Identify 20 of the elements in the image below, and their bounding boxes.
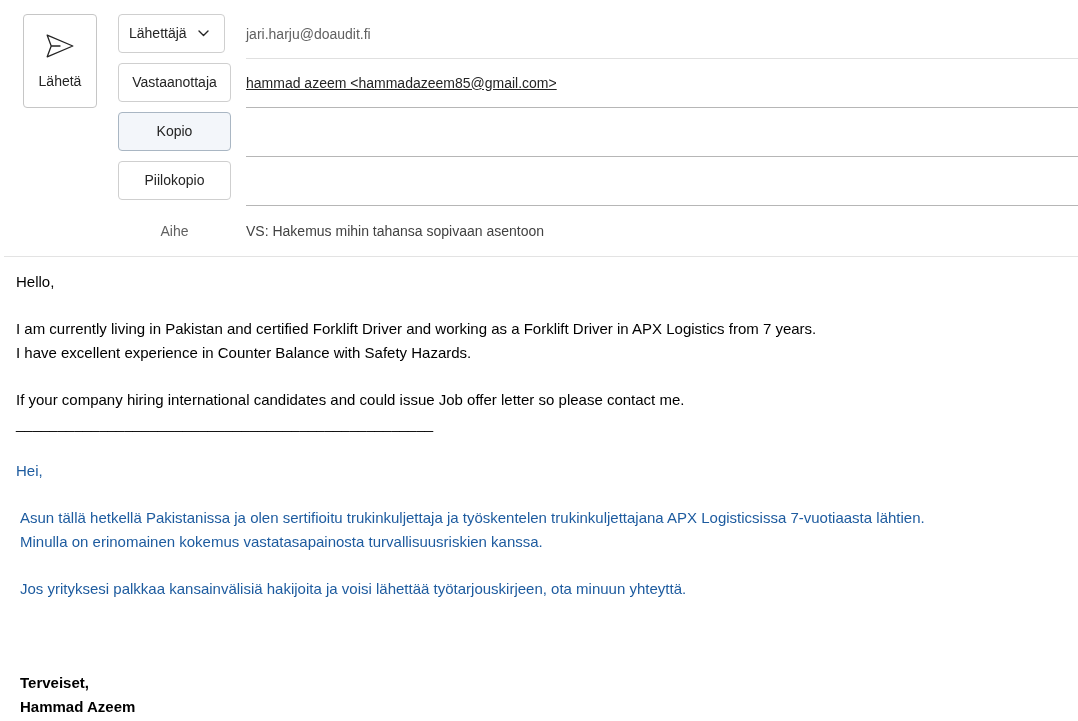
subject-field[interactable]: VS: Hakemus mihin tahansa sopivaan asentoon — [246, 220, 1078, 242]
address-field[interactable]: hammad azeem <hammadazeem85@gmail.com> — [246, 59, 1078, 108]
signature-text: Terveiset, Hammad Azeem — [19, 673, 137, 717]
translation-text: Asun tällä hetkellä Pakistanissa ja olen sertifioitu trukinkuljettaja ja työskentelen trukinkuljettajana APX Logisticsissa 7-vuotiaasta lähtien. Minulla on erinomainen kokemus vastatasapainosta turvallisuusriskien kanssa. — [19, 507, 926, 552]
send-icon — [46, 34, 74, 58]
separator-text: __________________________________________________ — [16, 413, 435, 434]
message-text: I am currently living in Pakistan and certified Forklift Driver and working as a Forklift Driver in APX Logistics from 7 years. I have excellent experience in Counter Balance with Safety Hazards. — [16, 319, 818, 363]
send-button[interactable]: Lähetä — [23, 14, 97, 108]
sender-dropdown[interactable]: Lähettäjä — [118, 14, 225, 53]
address-button[interactable]: Kopio — [118, 112, 231, 151]
translation-text: Jos yrityksesi palkkaa kansainvälisiä hakijoita ja voisi lähettää työtarjouskirjeen, ota minuun yhteyttä. — [19, 578, 688, 599]
message-text: If your company hiring international candidates and could issue Job offer letter so please contact me. — [16, 389, 686, 410]
address-button[interactable]: Piilokopio — [118, 161, 231, 200]
message-text: Hello, — [16, 272, 56, 292]
subject-label: Aihe — [159, 221, 190, 241]
recipient-link[interactable]: hammad azeem <hammadazeem85@gmail.com> — [246, 72, 557, 94]
address-button[interactable]: Vastaanottaja — [118, 63, 231, 102]
sender-field[interactable]: jari.harju@doaudit.fi — [246, 10, 1078, 59]
translation-text: Hei, — [16, 460, 44, 481]
chevron-down-icon — [197, 30, 209, 37]
